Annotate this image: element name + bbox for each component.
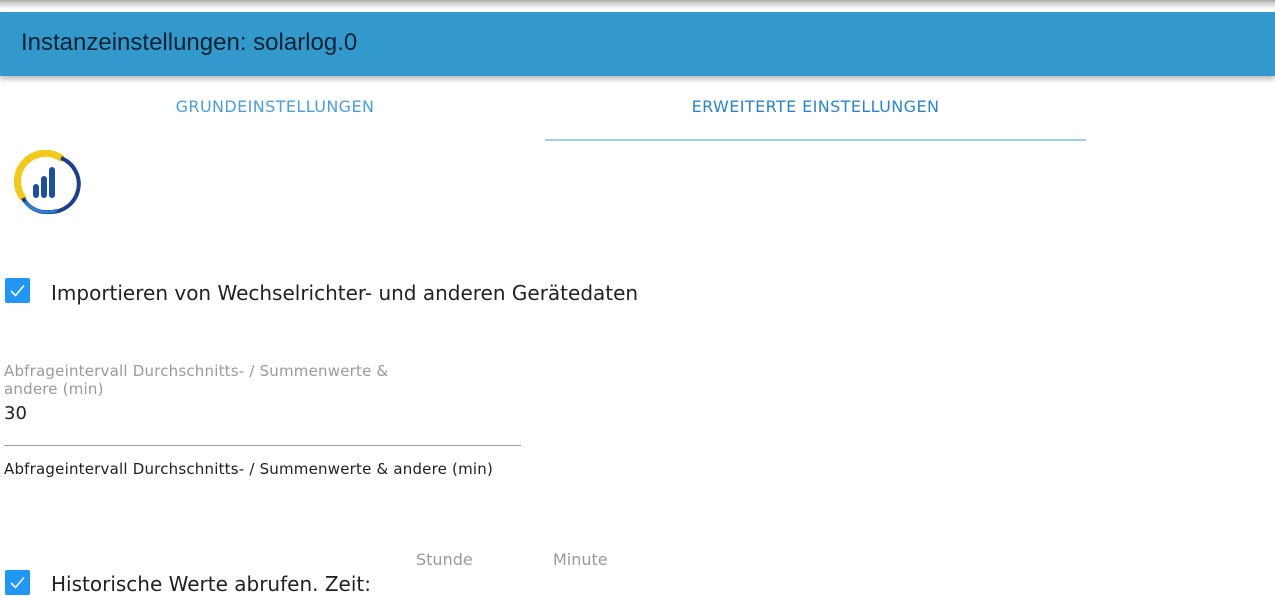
checkmark-icon — [10, 576, 25, 589]
checkmark-icon — [10, 284, 25, 297]
minute-field-label: Minute — [553, 550, 608, 569]
hour-field-label: Stunde — [416, 550, 473, 569]
tab-erweiterte-einstellungen[interactable]: ERWEITERTE EINSTELLUNGEN — [545, 97, 1086, 141]
tab-grundeinstellungen[interactable]: GRUNDEINSTELLUNGEN — [5, 97, 545, 141]
solarlog-logo-icon — [11, 149, 81, 220]
tab-label: GRUNDEINSTELLUNGEN — [175, 97, 375, 116]
import-devices-checkbox[interactable] — [5, 278, 30, 303]
tab-label: ERWEITERTE EINSTELLUNGEN — [691, 97, 940, 116]
poll-interval-input[interactable]: 30 — [4, 403, 514, 424]
dialog-header: Instanzeinstellungen: solarlog.0 — [0, 12, 1275, 76]
window-top-edge — [0, 0, 1275, 12]
poll-interval-label: Abfrageintervall Durchschnitts- / Summen… — [4, 362, 389, 398]
dialog-title: Instanzeinstellungen: solarlog.0 — [21, 29, 358, 56]
poll-interval-underline — [4, 445, 521, 446]
poll-interval-field[interactable]: Abfrageintervall Durchschnitts- / Summen… — [4, 362, 521, 446]
import-devices-label: Importieren von Wechselrichter- und ande… — [51, 281, 639, 305]
history-label: Historische Werte abrufen. Zeit: — [51, 572, 371, 596]
history-checkbox[interactable] — [5, 570, 30, 595]
poll-interval-helper-text: Abfrageintervall Durchschnitts- / Summen… — [4, 460, 494, 478]
active-tab-indicator — [545, 139, 1086, 141]
